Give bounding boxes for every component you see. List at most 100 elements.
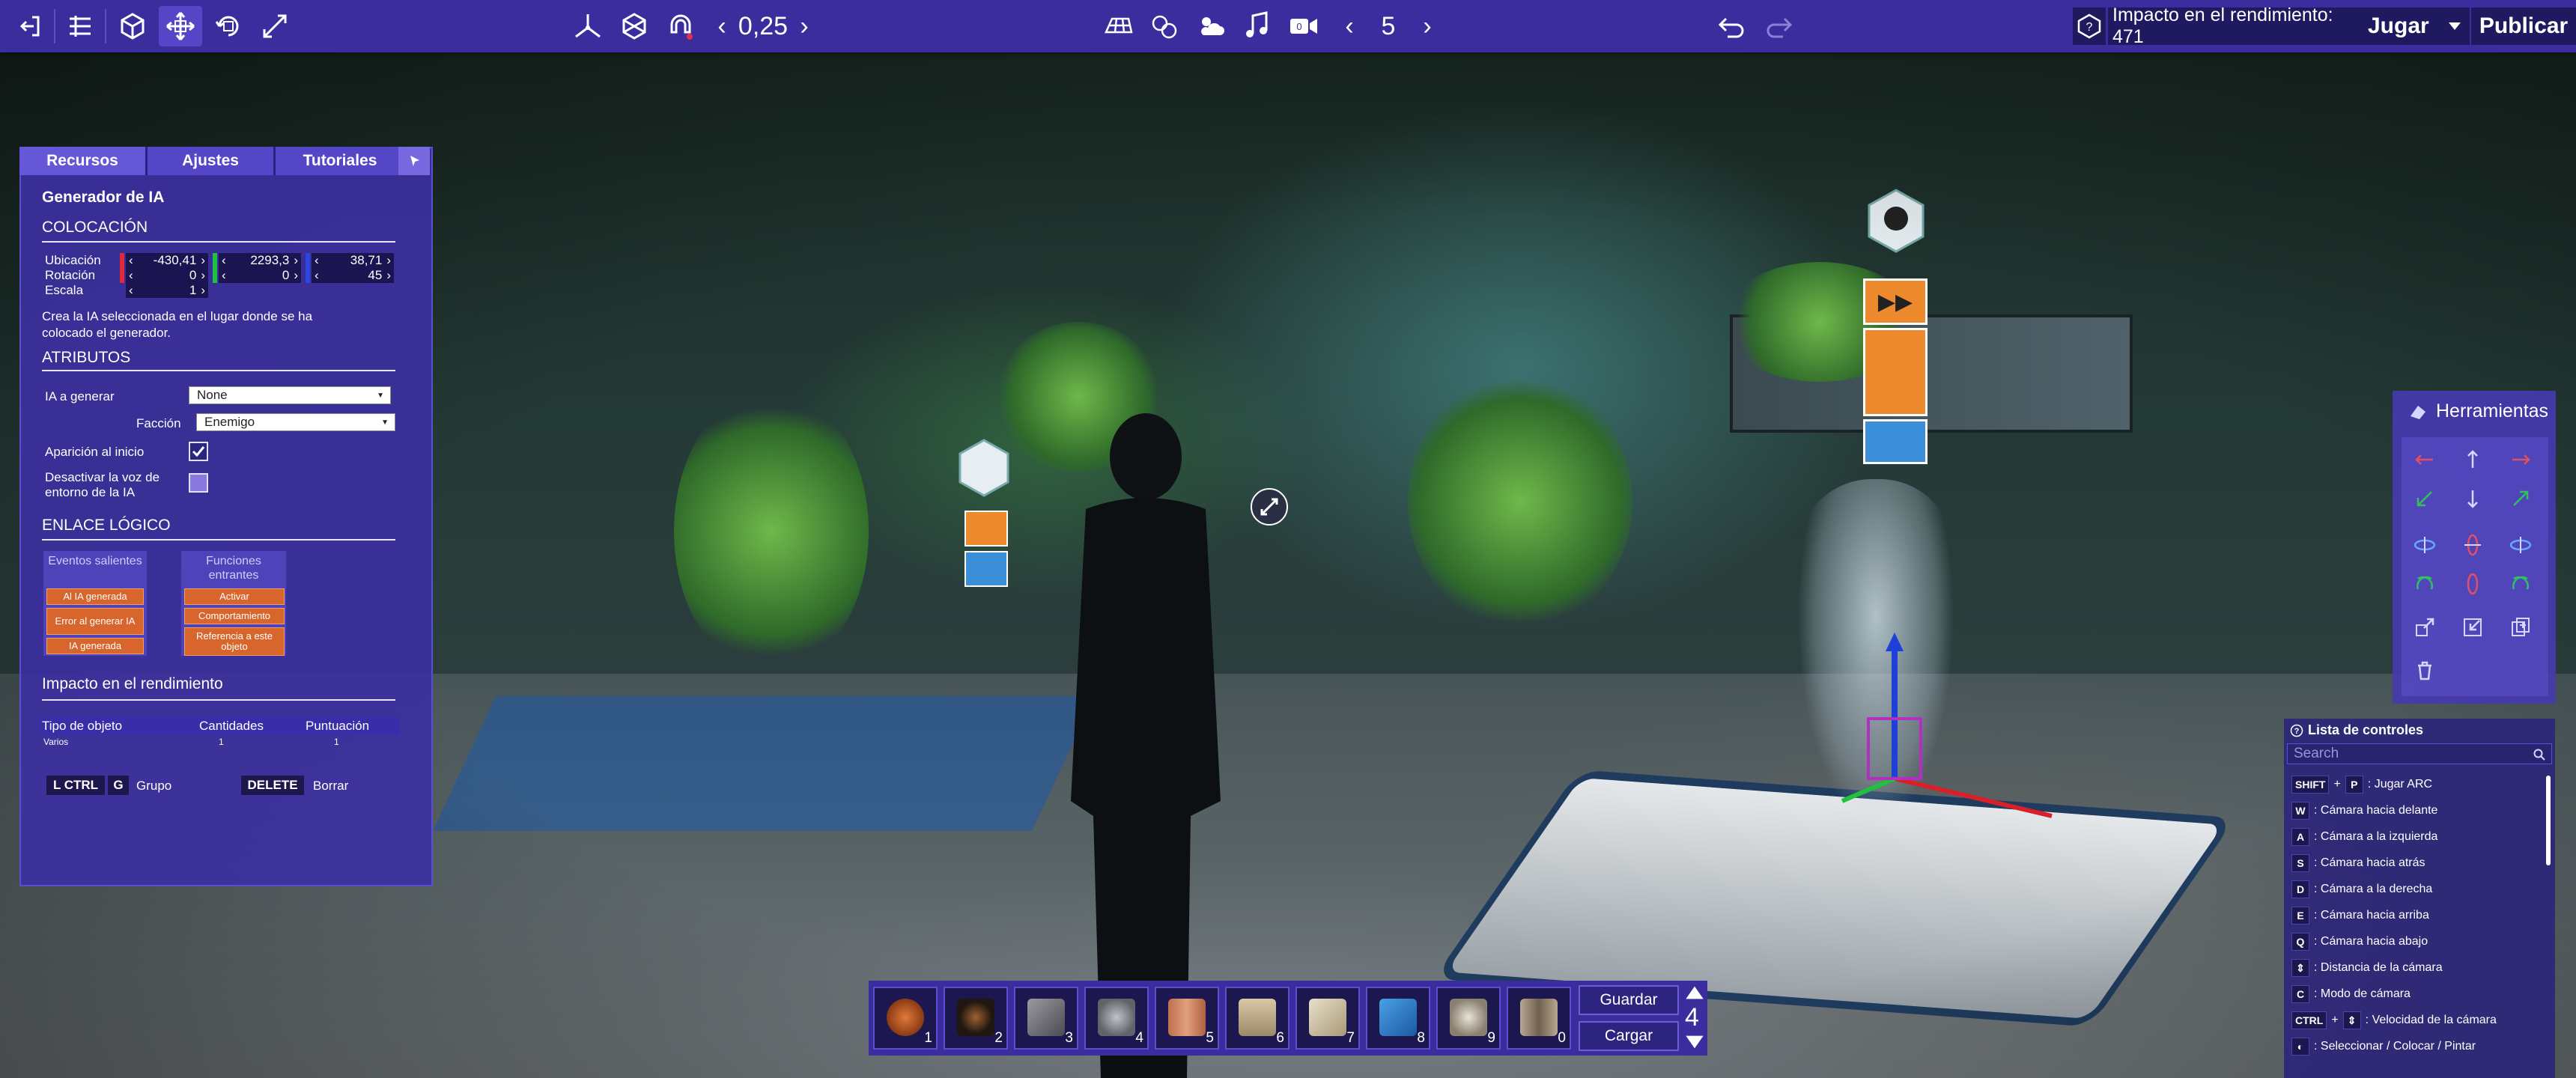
rotate-y-cw-button[interactable]	[2506, 530, 2536, 560]
move-mode-button[interactable]	[159, 6, 202, 46]
chevron-right-icon: ›	[201, 268, 205, 282]
hotbar-slot[interactable]: 6	[1225, 987, 1289, 1050]
hotbar-slot[interactable]: 0	[1507, 987, 1571, 1050]
scale-mode-button[interactable]	[255, 6, 295, 46]
disable-ai-voice-checkbox[interactable]	[189, 473, 208, 493]
chevron-right-icon: ›	[386, 253, 391, 267]
rotation-label: Rotación	[45, 268, 96, 282]
debris-icon	[957, 999, 994, 1036]
shrink-icon	[2464, 618, 2482, 636]
outgoing-event-item[interactable]: Error al generar IA	[46, 608, 144, 635]
save-button[interactable]: Guardar	[1579, 985, 1679, 1015]
nudge-left-button[interactable]	[2410, 445, 2440, 475]
performance-help-button[interactable]: ?	[2073, 7, 2106, 45]
hotbar-page-up-button[interactable]	[1683, 984, 1706, 1002]
duplicate-button[interactable]	[2506, 612, 2536, 642]
hotbar-slot[interactable]: 2	[944, 987, 1008, 1050]
lighting-button[interactable]	[1144, 6, 1185, 46]
layers-button[interactable]	[60, 6, 100, 46]
scale-up-button[interactable]	[2410, 612, 2440, 642]
location-z-value: 38,71	[350, 253, 383, 267]
snap-decrease-button[interactable]: ‹	[713, 6, 731, 46]
nudge-down-left-button[interactable]	[2410, 484, 2440, 514]
scale-label: Escala	[45, 283, 84, 297]
delete-object-button[interactable]	[2410, 656, 2440, 686]
hotbar-slot[interactable]: 4	[1084, 987, 1149, 1050]
rotation-x-field[interactable]: ‹ 0 ›	[126, 268, 208, 283]
controls-search-input[interactable]: Search	[2287, 743, 2552, 764]
undo-button[interactable]	[1712, 6, 1752, 46]
rotate-mode-button[interactable]	[208, 6, 249, 46]
location-y-field[interactable]: ‹ 2293,3 ›	[219, 253, 301, 268]
counter-decrease-button[interactable]: ‹	[1340, 6, 1358, 46]
outgoing-event-item[interactable]: IA generada	[46, 638, 144, 654]
nudge-up-right-button[interactable]	[2506, 484, 2536, 514]
faction-label: Facción	[136, 416, 181, 430]
counter-increase-button[interactable]: ›	[1418, 6, 1436, 46]
location-z-field[interactable]: ‹ 38,71 ›	[312, 253, 394, 268]
terrain-grid-button[interactable]	[1098, 6, 1138, 46]
layers-icon	[70, 16, 91, 37]
music-button[interactable]	[1237, 6, 1278, 46]
y-axis-marker	[213, 268, 217, 283]
controls-scrollbar[interactable]	[2546, 776, 2551, 865]
faction-dropdown[interactable]: Enemigo ▼	[196, 413, 395, 431]
row-object-type: Varios	[43, 737, 69, 747]
rotate-x-alt-button[interactable]	[2458, 569, 2488, 599]
hotbar-slot[interactable]: 5	[1155, 987, 1219, 1050]
incoming-function-item[interactable]: Activar	[184, 588, 285, 605]
hotbar-slot[interactable]: 3	[1014, 987, 1078, 1050]
divider	[42, 699, 395, 701]
outgoing-events-title: Eventos salientes	[48, 555, 142, 567]
weather-button[interactable]	[1191, 6, 1231, 46]
pivot-button[interactable]	[568, 6, 608, 46]
rotate-x-button[interactable]	[2458, 530, 2488, 560]
duplicate-icon	[2512, 618, 2530, 636]
hotbar-slot[interactable]: 1	[873, 987, 938, 1050]
incoming-function-item[interactable]: Referencia a este objeto	[184, 627, 285, 656]
tab-settings[interactable]: Ajustes	[148, 147, 276, 175]
spawn-on-start-checkbox[interactable]	[189, 442, 208, 461]
outgoing-event-item[interactable]: Al IA generada	[46, 588, 144, 605]
publish-button[interactable]: Publicar	[2471, 7, 2576, 45]
camera-button[interactable]: 0	[1284, 6, 1324, 46]
chevron-right-icon: ›	[294, 253, 298, 267]
hotbar-page-down-button[interactable]	[1683, 1033, 1706, 1051]
rotation-z-value: 45	[368, 268, 383, 282]
tab-tutorials[interactable]: Tutoriales	[276, 147, 407, 175]
scale-field[interactable]: ‹ 1 ›	[126, 283, 208, 298]
rotate-z-cw-button[interactable]	[2506, 569, 2536, 599]
z-axis-marker	[306, 253, 310, 268]
rotation-z-field[interactable]: ‹ 45 ›	[312, 268, 394, 283]
select-mode-button[interactable]	[112, 6, 153, 46]
load-button[interactable]: Cargar	[1579, 1021, 1679, 1051]
snap-increase-button[interactable]: ›	[795, 6, 813, 46]
rotate-z-ccw-button[interactable]	[2410, 569, 2440, 599]
hotbar-slot[interactable]: 7	[1295, 987, 1360, 1050]
hotbar-slot[interactable]: 9	[1436, 987, 1501, 1050]
ai-to-spawn-dropdown[interactable]: None ▼	[189, 386, 391, 404]
nudge-up-button[interactable]	[2458, 445, 2488, 475]
redo-button[interactable]	[1758, 6, 1799, 46]
rotation-y-field[interactable]: ‹ 0 ›	[219, 268, 301, 283]
collision-button[interactable]	[614, 6, 654, 46]
music-note-icon	[1246, 11, 1268, 37]
exit-button[interactable]	[9, 6, 49, 46]
rotate-y-ccw-button[interactable]	[2410, 530, 2440, 560]
hotbar-slot[interactable]: 8	[1366, 987, 1430, 1050]
tab-label: Recursos	[46, 152, 118, 169]
play-options-dropdown[interactable]	[2440, 7, 2470, 45]
pin-panel-button[interactable]	[398, 147, 430, 175]
control-label: : Seleccionar / Colocar / Pintar	[2314, 1040, 2476, 1053]
divider	[42, 370, 395, 371]
location-x-field[interactable]: ‹ -430,41 ›	[126, 253, 208, 268]
key-plus: +	[2333, 778, 2341, 791]
nudge-right-button[interactable]	[2506, 445, 2536, 475]
key-badge: SHIFT	[2291, 776, 2330, 794]
attributes-heading: ATRIBUTOS	[42, 349, 131, 366]
incoming-function-item[interactable]: Comportamiento	[184, 608, 285, 624]
tab-resources[interactable]: Recursos	[19, 147, 148, 175]
scale-down-button[interactable]	[2458, 612, 2488, 642]
snap-magnet-button[interactable]	[660, 6, 701, 46]
nudge-down-button[interactable]	[2458, 484, 2488, 514]
